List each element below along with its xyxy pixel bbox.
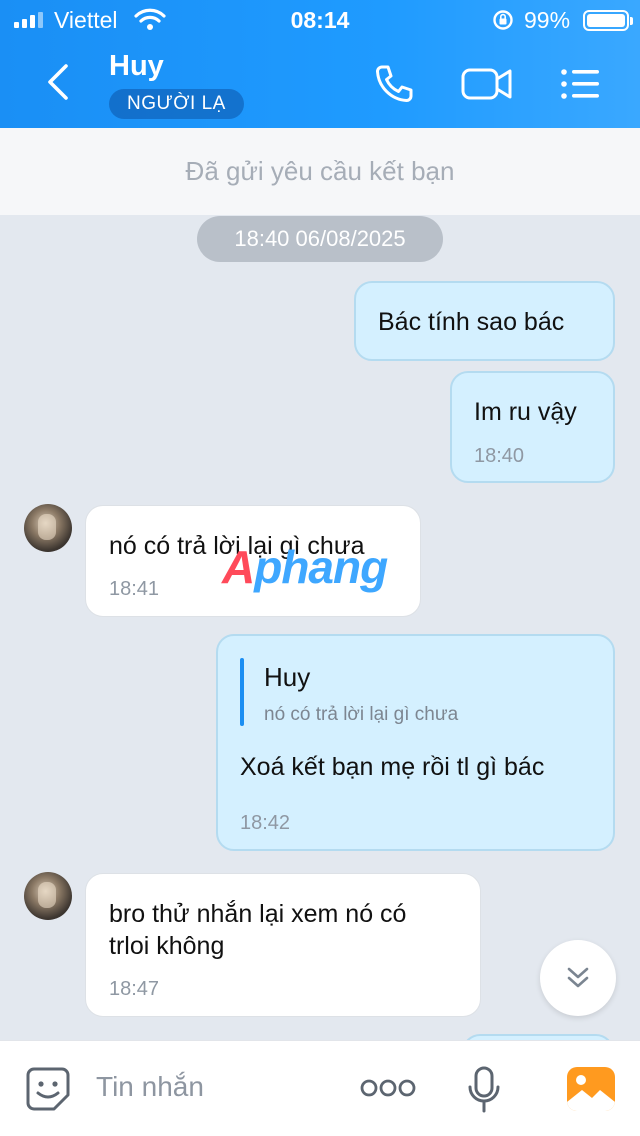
microphone-icon[interactable] bbox=[466, 1065, 502, 1115]
battery-icon bbox=[583, 10, 633, 31]
friend-request-banner: Đã gửi yêu cầu kết bạn bbox=[0, 128, 640, 215]
message-text: Xoá kết bạn mẹ rồi tl gì bác bbox=[240, 753, 545, 781]
video-call-icon[interactable] bbox=[460, 62, 514, 106]
message-time: 18:41 bbox=[109, 578, 160, 600]
scroll-down-icon bbox=[567, 967, 589, 988]
message-text: Im ru vậy bbox=[474, 398, 577, 426]
back-icon[interactable] bbox=[42, 62, 72, 102]
avatar[interactable] bbox=[24, 872, 72, 920]
message-time: 18:47 bbox=[109, 978, 160, 1000]
status-bar: Viettel 08:14 99% bbox=[0, 0, 640, 40]
message-bubble-outgoing-reply[interactable]: Huy nó có trả lời lại gì chưa Xoá kết bạ… bbox=[216, 634, 615, 851]
message-text: Bác tính sao bác bbox=[378, 308, 565, 336]
menu-icon[interactable] bbox=[558, 62, 602, 106]
sticker-icon[interactable] bbox=[24, 1065, 72, 1113]
message-bubble-outgoing[interactable]: Im ru vậy 18:40 bbox=[450, 371, 615, 483]
quote-author: Huy bbox=[264, 662, 311, 692]
quote-text: nó có trả lời lại gì chưa bbox=[264, 704, 459, 725]
avatar[interactable] bbox=[24, 504, 72, 552]
stranger-badge: NGƯỜI LẠ bbox=[109, 89, 244, 119]
message-time: 18:42 bbox=[240, 812, 291, 834]
message-text-line: bro thử nhắn lại xem nó có bbox=[109, 900, 407, 928]
scroll-to-bottom-button[interactable] bbox=[540, 940, 616, 1016]
battery-percent: 99% bbox=[524, 7, 571, 33]
phone-icon[interactable] bbox=[372, 62, 416, 106]
message-text: nó có trả lời lại gì chưa bbox=[109, 532, 365, 560]
chat-header: Viettel 08:14 99% Huy NGƯỜI LẠ bbox=[0, 0, 640, 128]
message-time: 18:40 bbox=[474, 445, 525, 467]
message-bubble-incoming[interactable]: nó có trả lời lại gì chưa 18:41 bbox=[85, 505, 421, 617]
date-separator: 18:40 06/08/2025 bbox=[197, 216, 443, 262]
more-icon[interactable] bbox=[360, 1077, 416, 1099]
message-bubble-outgoing[interactable]: Bác tính sao bác bbox=[354, 281, 615, 361]
message-bubble-incoming[interactable]: bro thử nhắn lại xem nó có trloi không 1… bbox=[85, 873, 481, 1017]
image-icon[interactable] bbox=[566, 1066, 616, 1112]
contact-name[interactable]: Huy bbox=[109, 50, 164, 83]
quote-bar bbox=[240, 658, 244, 726]
message-input[interactable]: Tin nhắn bbox=[96, 1071, 204, 1103]
message-text-line: trloi không bbox=[109, 932, 225, 960]
rotation-lock-icon bbox=[493, 10, 513, 30]
composer-bar: Tin nhắn bbox=[0, 1040, 640, 1136]
